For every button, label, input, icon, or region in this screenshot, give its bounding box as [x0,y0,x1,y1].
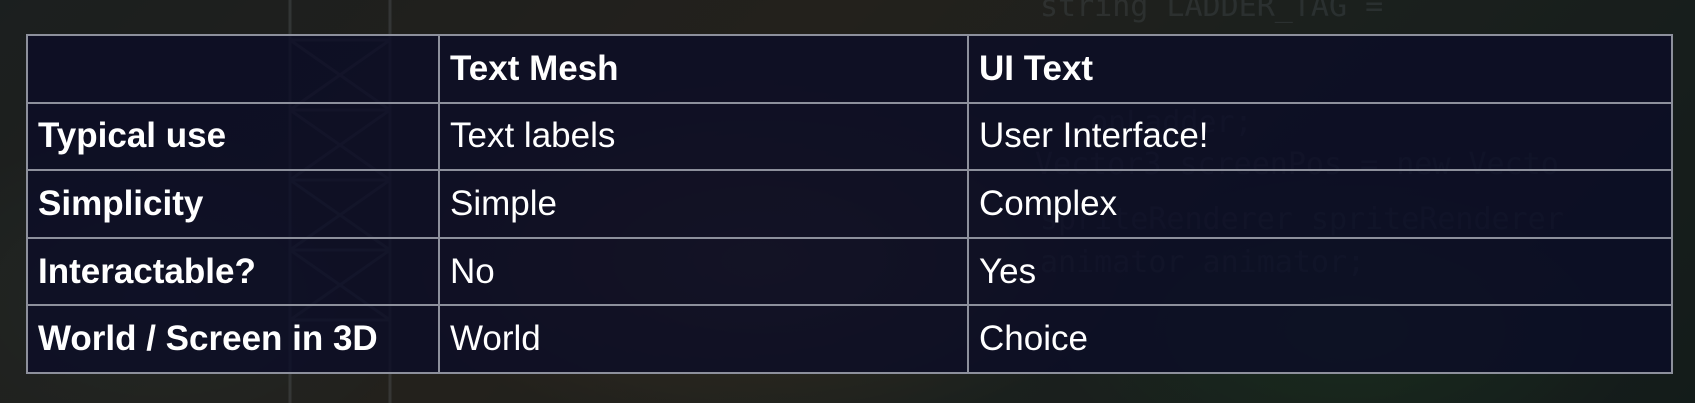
ui-text-cell: Yes [967,236,1673,307]
comparison-table: Text Mesh UI Text Typical use Text label… [26,34,1673,374]
ui-text-cell: Complex [967,169,1673,239]
header-corner-cell [26,34,440,104]
row-label: Interactable? [26,236,440,307]
row-label: Typical use [26,101,440,172]
ui-text-cell: User Interface! [967,101,1673,172]
header-ui-text: UI Text [967,34,1673,104]
header-text-mesh: Text Mesh [438,34,969,104]
text-mesh-cell: Simple [438,169,969,239]
table-row: World / Screen in 3D World Choice [26,304,1673,374]
row-label: Simplicity [26,169,440,239]
row-label: World / Screen in 3D [26,304,440,374]
comparison-table-container: Text Mesh UI Text Typical use Text label… [26,34,1673,374]
text-mesh-cell: Text labels [438,101,969,172]
table-row: Typical use Text labels User Interface! [26,101,1673,172]
text-mesh-cell: World [438,304,969,374]
text-mesh-cell: No [438,236,969,307]
table-header-row: Text Mesh UI Text [26,34,1673,104]
table-row: Simplicity Simple Complex [26,169,1673,239]
table-row: Interactable? No Yes [26,236,1673,307]
ui-text-cell: Choice [967,304,1673,374]
